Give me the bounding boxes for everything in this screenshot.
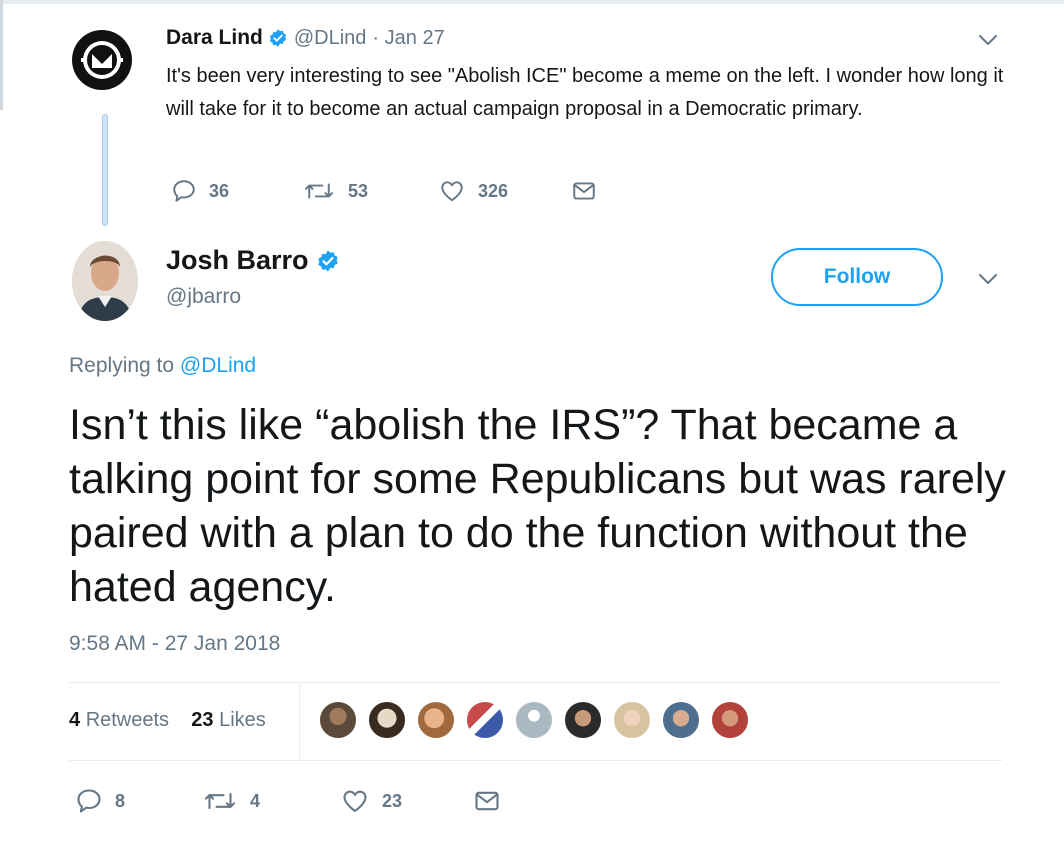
- liker-avatars: [319, 701, 760, 739]
- retweets-stat[interactable]: 4 Retweets: [69, 709, 169, 731]
- parent-tweet-date[interactable]: · Jan 27: [372, 27, 444, 50]
- likes-label: Likes: [219, 709, 266, 731]
- liker-avatar[interactable]: [564, 701, 602, 739]
- main-author-name[interactable]: Josh Barro: [166, 245, 309, 276]
- parent-reply-button[interactable]: 36: [171, 178, 229, 204]
- stats-divider-bottom: [69, 760, 1002, 761]
- avatar-josh-barro[interactable]: [72, 241, 138, 321]
- retweet-button[interactable]: 4: [202, 787, 260, 815]
- like-icon: [441, 181, 463, 202]
- reply-icon: [173, 180, 195, 202]
- likes-stat[interactable]: 23 Likes: [191, 709, 266, 731]
- like-total: 23: [191, 709, 214, 731]
- parent-like-count: 326: [478, 180, 509, 201]
- liker-avatar[interactable]: [515, 701, 553, 739]
- retweet-icon: [204, 792, 236, 810]
- vox-media-union-logo: [73, 31, 131, 89]
- left-edge: [0, 0, 3, 110]
- main-author-name-row: Josh Barro: [166, 245, 340, 276]
- avatar-dara-lind[interactable]: [72, 30, 132, 90]
- parent-tweet-header: Dara Lind @DLind · Jan 27: [166, 24, 445, 52]
- parent-like-button[interactable]: 326: [438, 178, 508, 204]
- message-icon: [573, 182, 595, 200]
- liker-avatar[interactable]: [613, 701, 651, 739]
- replying-to: Replying to @DLind: [69, 354, 256, 378]
- verified-badge-icon: [317, 250, 338, 271]
- profile-photo: [72, 241, 138, 321]
- parent-retweet-count: 53: [348, 180, 369, 201]
- parent-reply-count: 36: [209, 180, 230, 201]
- thread-connector: [102, 114, 108, 226]
- engagement-stats: 4 Retweets 23 Likes: [69, 709, 266, 732]
- like-button[interactable]: 23: [340, 787, 402, 815]
- stats-divider-vertical: [299, 684, 300, 760]
- like-icon: [343, 790, 367, 812]
- stats-divider-top: [69, 682, 1002, 683]
- parent-retweet-button[interactable]: 53: [302, 178, 368, 204]
- liker-avatar[interactable]: [319, 701, 357, 739]
- reply-count: 8: [115, 790, 126, 811]
- main-tweet-text: Isn’t this like “abolish the IRS”? That …: [69, 401, 1006, 611]
- parent-author-name[interactable]: Dara Lind: [166, 26, 263, 50]
- parent-tweet-text: It's been very interesting to see "Aboli…: [166, 65, 1004, 120]
- liker-avatar[interactable]: [466, 701, 504, 739]
- retweet-count: 4: [250, 790, 261, 811]
- liker-avatar[interactable]: [368, 701, 406, 739]
- replying-to-link[interactable]: @DLind: [180, 354, 256, 377]
- chevron-down-icon[interactable]: [976, 28, 1000, 52]
- liker-avatar[interactable]: [417, 701, 455, 739]
- verified-badge-icon: [269, 29, 286, 47]
- parent-author-handle[interactable]: @DLind: [294, 27, 367, 50]
- replying-prefix: Replying to: [69, 354, 175, 377]
- reply-button[interactable]: 8: [75, 787, 125, 815]
- message-button[interactable]: [472, 787, 514, 815]
- follow-button[interactable]: Follow: [771, 248, 943, 306]
- retweet-icon: [305, 183, 333, 199]
- like-count: 23: [382, 790, 403, 811]
- liker-avatar[interactable]: [662, 701, 700, 739]
- liker-avatar[interactable]: [711, 701, 749, 739]
- retweets-label: Retweets: [85, 709, 170, 731]
- parent-message-button[interactable]: [570, 178, 610, 204]
- top-divider: [0, 0, 1064, 4]
- tweet-timestamp[interactable]: 9:58 AM - 27 Jan 2018: [69, 632, 280, 656]
- reply-icon: [77, 789, 101, 813]
- main-author-handle[interactable]: @jbarro: [166, 285, 241, 309]
- retweet-total: 4: [69, 709, 81, 731]
- chevron-down-icon[interactable]: [976, 267, 1000, 291]
- message-icon: [475, 791, 499, 811]
